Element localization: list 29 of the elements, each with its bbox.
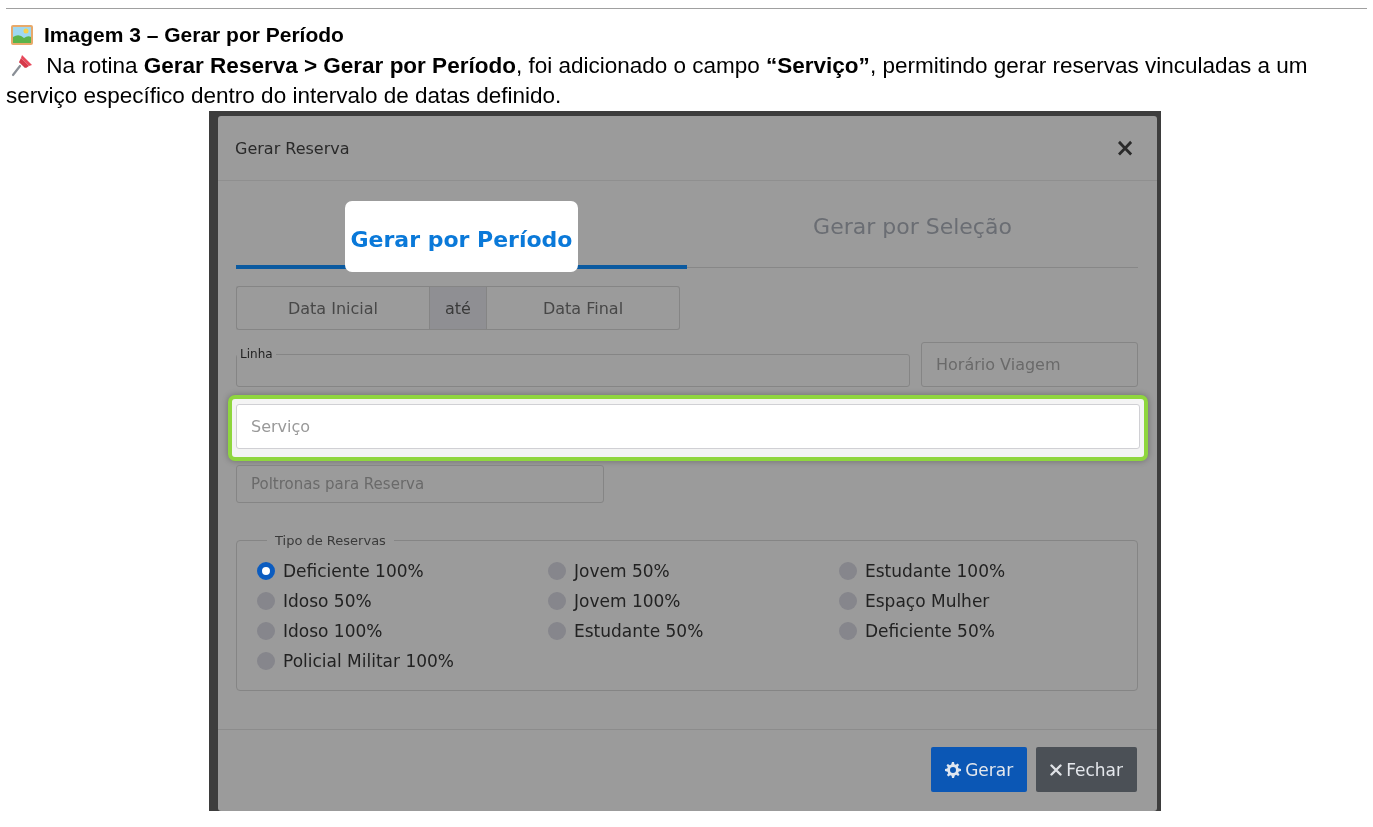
picture-icon: [10, 23, 34, 47]
option-label: Estudante 50%: [574, 621, 704, 641]
option-label: Estudante 100%: [865, 561, 1006, 581]
end-date-field[interactable]: Data Final: [487, 286, 680, 330]
option-label: Deficiente 50%: [865, 621, 995, 641]
field-label: Linha: [239, 347, 274, 361]
option-label: Espaço Mulher: [865, 591, 990, 611]
option-label: Policial Militar 100%: [283, 651, 455, 671]
option-label: Idoso 50%: [283, 591, 372, 611]
dialog-title: Gerar Reserva: [235, 138, 350, 158]
generate-button[interactable]: Gerar: [931, 747, 1028, 792]
gear-icon: [945, 761, 962, 778]
option-label: Jovem 50%: [574, 561, 670, 581]
option-label: Deficiente 100%: [283, 561, 424, 581]
option-label: Idoso 100%: [283, 621, 383, 641]
pushpin-icon: [10, 53, 34, 77]
service-field[interactable]: Serviço: [236, 404, 1140, 449]
close-button[interactable]: ×: [1114, 134, 1135, 162]
date-separator: até: [429, 286, 487, 330]
radio-button[interactable]: [257, 562, 275, 580]
close-dialog-button[interactable]: Fechar: [1036, 747, 1137, 792]
close-icon: [1050, 763, 1063, 776]
option-label: Jovem 100%: [574, 591, 681, 611]
line-field[interactable]: Linha: [236, 347, 910, 387]
group-legend: Tipo de Reservas: [267, 533, 394, 548]
document-heading: Imagem 3 – Gerar por Período: [44, 23, 344, 47]
description-paragraph: Na rotina Gerar Reserva > Gerar por Período, foi adicionado o campo “Serviço”, permitindo gerar reservas vinculadas a um serviço específico dentro do intervalo de datas definido.: [6, 52, 1309, 110]
tab[interactable]: Gerar por Período: [236, 187, 687, 269]
start-date-field[interactable]: Data Inicial: [236, 286, 429, 330]
